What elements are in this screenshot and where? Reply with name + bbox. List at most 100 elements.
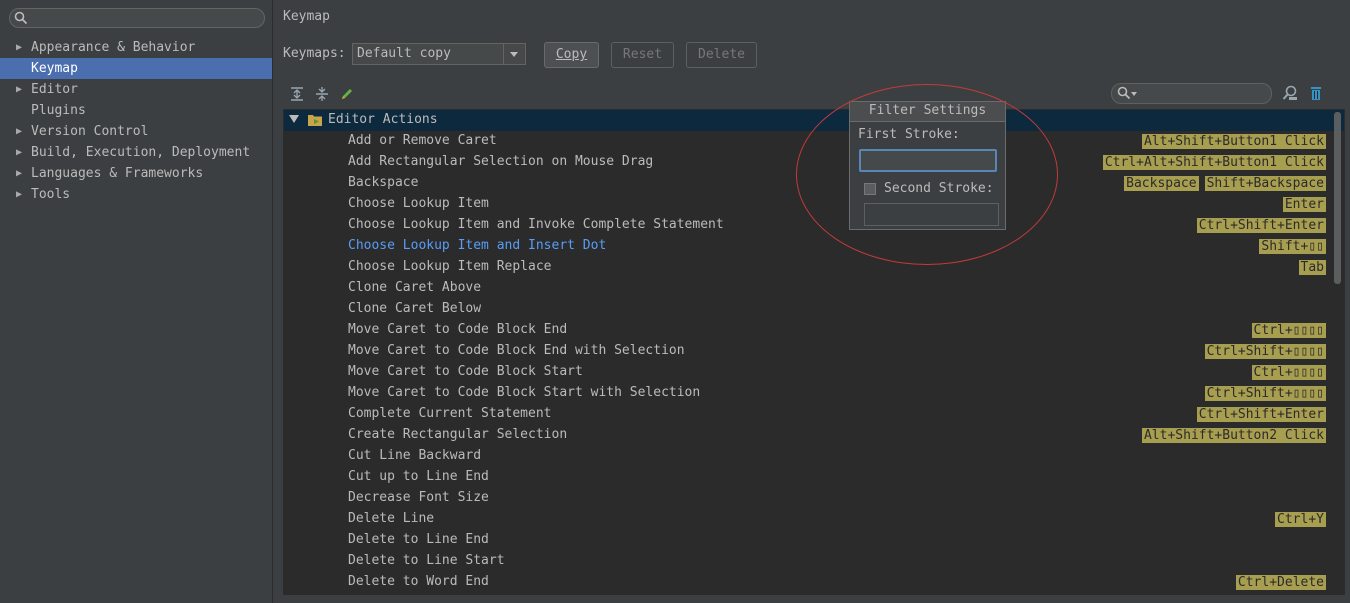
expand-arrow-icon[interactable]: ▶ [16, 79, 22, 100]
action-row[interactable]: Delete to Line Start [284, 551, 1344, 572]
keymap-action-tree[interactable]: Editor Actions Add or Remove Caret Alt+Sh… [283, 109, 1345, 595]
action-row[interactable]: Move Caret to Code Block End Ctrl+▯▯▯▯ [284, 320, 1344, 341]
action-row[interactable]: Choose Lookup Item and Invoke Complete S… [284, 215, 1344, 236]
settings-search-input[interactable] [9, 8, 265, 28]
action-row[interactable]: Complete Current Statement Ctrl+Shift+Ent… [284, 404, 1344, 425]
collapse-all-icon[interactable] [314, 86, 330, 102]
action-row[interactable]: Choose Lookup Item Enter [284, 194, 1344, 215]
action-row[interactable]: Move Caret to Code Block End with Select… [284, 341, 1344, 362]
shortcut-list: Ctrl+Delete [1235, 575, 1326, 590]
action-name: Delete to Line End [348, 532, 489, 547]
shortcut-badge: Ctrl+Alt+Shift+Button1 Click [1102, 155, 1326, 170]
action-name: Add Rectangular Selection on Mouse Drag [348, 154, 654, 169]
action-name: Move Caret to Code Block End with Select… [348, 343, 685, 358]
shortcut-badge: Ctrl+Shift+▯▯▯▯ [1204, 386, 1326, 401]
popup-title: Filter Settings [850, 102, 1005, 122]
sidebar-item[interactable]: Plugins [0, 100, 272, 121]
action-row[interactable]: Clone Caret Below [284, 299, 1344, 320]
action-name: Backspace [348, 175, 419, 190]
tree-group-label: Editor Actions [328, 112, 438, 127]
action-row[interactable]: Backspace Backspace Shift+Backspace [284, 173, 1344, 194]
expand-arrow-icon[interactable] [289, 115, 299, 123]
action-name: Cut Line Backward [348, 448, 482, 463]
chevron-down-icon[interactable] [503, 44, 525, 64]
action-name: Move Caret to Code Block Start with Sele… [348, 385, 701, 400]
sidebar-item-label: Editor [31, 82, 78, 97]
sidebar-item[interactable]: ▶ Version Control [0, 121, 272, 142]
action-name: Choose Lookup Item Replace [348, 259, 552, 274]
sidebar-item-label: Build, Execution, Deployment [31, 145, 251, 160]
copy-button[interactable]: Copy [544, 42, 599, 68]
expand-arrow-icon[interactable]: ▶ [16, 142, 22, 163]
sidebar-item[interactable]: ▶ Build, Execution, Deployment [0, 142, 272, 163]
shortcut-filter-input[interactable] [1111, 83, 1272, 104]
expand-arrow-icon[interactable]: ▶ [16, 163, 22, 184]
shortcut-list: Ctrl+▯▯▯▯ [1251, 365, 1326, 380]
action-row[interactable]: Move Caret to Code Block Start Ctrl+▯▯▯▯ [284, 362, 1344, 383]
sidebar-item-label: Languages & Frameworks [31, 166, 204, 181]
first-stroke-input[interactable] [859, 149, 997, 172]
shortcut-list: Ctrl+Y [1275, 512, 1326, 527]
sidebar-item[interactable]: Keymap [0, 58, 272, 79]
shortcut-list: Shift+▯▯ [1259, 239, 1326, 254]
keymap-select-value: Default copy [357, 46, 451, 61]
search-icon [1117, 86, 1131, 100]
sidebar-item[interactable]: ▶ Tools [0, 184, 272, 205]
sidebar-item[interactable]: ▶ Appearance & Behavior [0, 37, 272, 58]
shortcut-list: Ctrl+Shift+Enter [1196, 407, 1326, 422]
shortcut-list: Alt+Shift+Button1 Click [1141, 134, 1326, 149]
shortcut-list: Ctrl+Shift+Enter [1196, 218, 1326, 233]
action-row[interactable]: Delete to Line End [284, 530, 1344, 551]
shortcut-badge: Ctrl+Delete [1235, 575, 1326, 590]
action-name: Choose Lookup Item and Insert Dot [348, 238, 607, 253]
action-name: Choose Lookup Item and Invoke Complete S… [348, 217, 724, 232]
action-name: Complete Current Statement [348, 406, 552, 421]
edit-icon[interactable] [339, 86, 355, 102]
first-stroke-label: First Stroke: [858, 127, 960, 142]
vertical-scrollbar[interactable] [1334, 112, 1341, 284]
action-name: Delete to Word End [348, 574, 489, 589]
second-stroke-checkbox[interactable] [864, 183, 876, 195]
action-row[interactable]: Clone Caret Above [284, 278, 1344, 299]
folder-icon [308, 115, 322, 126]
shortcut-list: Alt+Shift+Button2 Click [1141, 428, 1326, 443]
find-shortcut-icon[interactable] [1282, 85, 1298, 101]
trash-icon[interactable] [1308, 85, 1324, 101]
action-row[interactable]: Add or Remove Caret Alt+Shift+Button1 Cli… [284, 131, 1344, 152]
shortcut-badge: Alt+Shift+Button1 Click [1141, 134, 1326, 149]
shortcut-list: Tab [1298, 260, 1326, 275]
action-row[interactable]: Choose Lookup Item and Insert Dot Shift+▯… [284, 236, 1344, 257]
expand-arrow-icon[interactable]: ▶ [16, 37, 22, 58]
sidebar-item[interactable]: ▶ Editor [0, 79, 272, 100]
action-name: Delete to Line Start [348, 553, 505, 568]
shortcut-list: Ctrl+Shift+▯▯▯▯ [1204, 344, 1326, 359]
action-name: Move Caret to Code Block End [348, 322, 568, 337]
action-rows: Add or Remove Caret Alt+Shift+Button1 Cli… [284, 131, 1344, 593]
keymaps-label: Keymaps: [283, 46, 346, 61]
action-row[interactable]: Decrease Font Size [284, 488, 1344, 509]
reset-button[interactable]: Reset [611, 42, 674, 68]
action-row[interactable]: Cut Line Backward [284, 446, 1344, 467]
second-stroke-input[interactable] [864, 203, 999, 226]
expand-all-icon[interactable] [289, 86, 305, 102]
action-row[interactable]: Create Rectangular Selection Alt+Shift+Bu… [284, 425, 1344, 446]
sidebar-item-label: Tools [31, 187, 71, 202]
action-row[interactable]: Delete to Word End Ctrl+Delete [284, 572, 1344, 593]
tree-group-row[interactable]: Editor Actions [284, 110, 1344, 131]
action-row[interactable]: Move Caret to Code Block Start with Sele… [284, 383, 1344, 404]
shortcut-badge: Tab [1298, 260, 1326, 275]
action-name: Create Rectangular Selection [348, 427, 568, 442]
sidebar-item[interactable]: ▶ Languages & Frameworks [0, 163, 272, 184]
action-row[interactable]: Choose Lookup Item Replace Tab [284, 257, 1344, 278]
action-row[interactable]: Cut up to Line End [284, 467, 1344, 488]
expand-arrow-icon[interactable]: ▶ [16, 121, 22, 142]
keymap-select[interactable]: Default copy [352, 43, 526, 65]
delete-button[interactable]: Delete [686, 42, 757, 68]
action-row[interactable]: Delete Line Ctrl+Y [284, 509, 1344, 530]
action-row[interactable]: Add Rectangular Selection on Mouse Drag C… [284, 152, 1344, 173]
shortcut-badge: Enter [1282, 197, 1326, 212]
expand-arrow-icon[interactable]: ▶ [16, 184, 22, 205]
shortcut-badge: Ctrl+Y [1275, 512, 1326, 527]
sidebar-item-label: Plugins [31, 103, 86, 118]
action-name: Clone Caret Below [348, 301, 482, 316]
